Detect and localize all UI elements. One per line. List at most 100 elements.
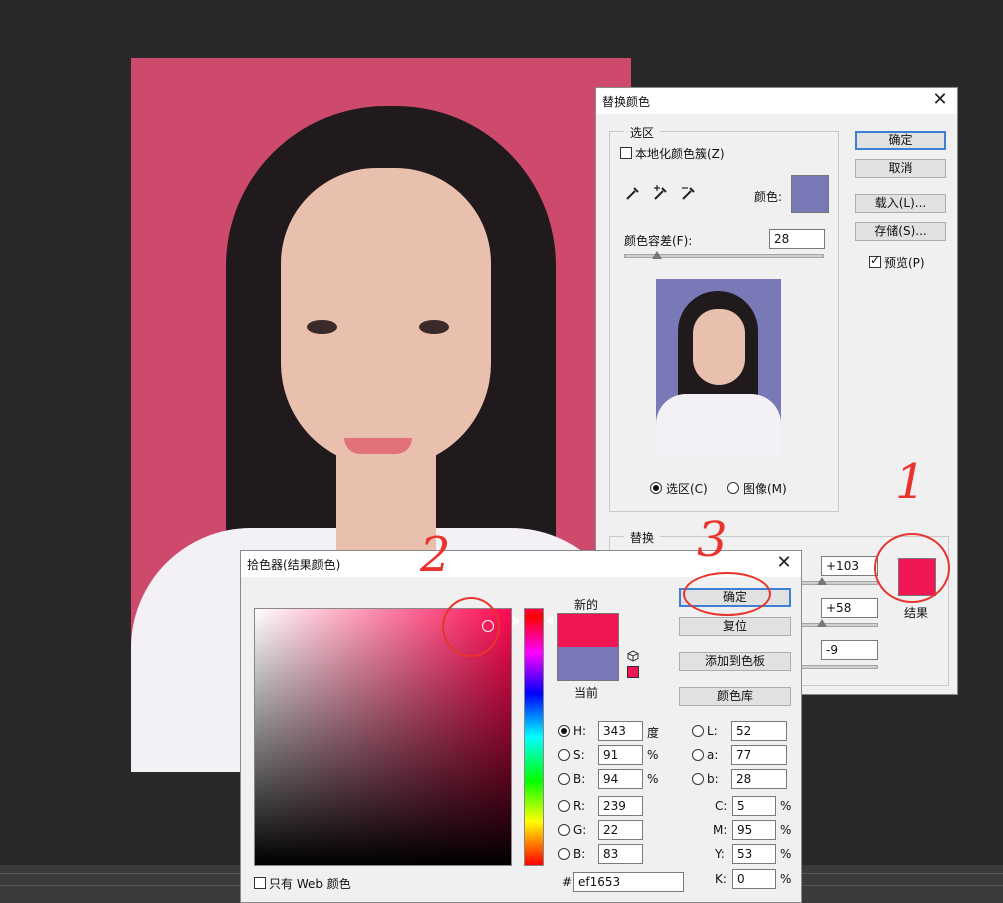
y-input[interactable]: 53 bbox=[732, 844, 776, 864]
m-label: M: bbox=[713, 823, 728, 837]
selection-preview-image bbox=[656, 279, 781, 456]
saturation-slider-track[interactable] bbox=[796, 623, 878, 627]
b-brightness-input[interactable]: 94 bbox=[598, 769, 643, 789]
annotation-number-1: 1 bbox=[895, 454, 926, 510]
eyedropper-plus-icon[interactable] bbox=[652, 184, 670, 202]
radio-h[interactable] bbox=[558, 725, 570, 737]
reset-button[interactable]: 复位 bbox=[679, 617, 791, 636]
hex-label: # bbox=[562, 875, 573, 889]
radio-r[interactable] bbox=[558, 800, 570, 812]
annotation-circle-picker bbox=[442, 597, 500, 657]
k-input[interactable]: 0 bbox=[732, 869, 776, 889]
radio-image[interactable] bbox=[727, 482, 739, 494]
result-label: 结果 bbox=[904, 606, 929, 620]
radio-selection[interactable] bbox=[650, 482, 662, 494]
mouth bbox=[344, 438, 412, 454]
eyedropper-icon[interactable] bbox=[624, 184, 642, 202]
annotation-number-2: 2 bbox=[420, 527, 451, 583]
hue-pointer-left[interactable] bbox=[513, 616, 520, 626]
close-icon[interactable]: ✕ bbox=[773, 552, 795, 574]
new-current-swatch bbox=[557, 613, 619, 681]
radio-a[interactable] bbox=[692, 749, 704, 761]
gamut-cube-icon[interactable] bbox=[627, 650, 639, 662]
selection-group: 选区 本地化颜色簇(Z) 颜色: 颜色容差(F): 28 选区(C) 图像(M) bbox=[609, 124, 839, 512]
lab-b-input[interactable]: 28 bbox=[731, 769, 787, 789]
face bbox=[281, 168, 491, 468]
k-label: K: bbox=[715, 872, 727, 886]
radio-lab-b[interactable] bbox=[692, 773, 704, 785]
s-unit: % bbox=[647, 748, 659, 762]
fuzziness-input[interactable]: 28 bbox=[769, 229, 825, 249]
y-unit: % bbox=[780, 847, 792, 861]
saturation-slider-thumb[interactable] bbox=[817, 619, 827, 627]
selection-color-swatch[interactable] bbox=[791, 175, 829, 213]
hue-slider-thumb[interactable] bbox=[817, 577, 827, 585]
load-button[interactable]: 载入(L)... bbox=[855, 194, 946, 213]
m-input[interactable]: 95 bbox=[732, 820, 776, 840]
current-color-swatch[interactable] bbox=[558, 647, 618, 680]
save-button[interactable]: 存储(S)... bbox=[855, 222, 946, 241]
hue-slider[interactable] bbox=[524, 608, 544, 866]
fuzziness-slider-thumb[interactable] bbox=[652, 251, 662, 259]
preview-face bbox=[693, 309, 745, 385]
h-unit: 度 bbox=[647, 726, 660, 740]
hue-input[interactable]: +103 bbox=[821, 556, 878, 576]
m-unit: % bbox=[780, 823, 792, 837]
saturation-input[interactable]: +58 bbox=[821, 598, 878, 618]
g-label: G: bbox=[573, 823, 587, 837]
replace-cancel-button[interactable]: 取消 bbox=[855, 159, 946, 178]
right-eye bbox=[419, 320, 449, 334]
annotation-circle-result bbox=[874, 533, 950, 603]
l-label: L: bbox=[707, 724, 718, 738]
hex-input[interactable]: ef1653 bbox=[573, 872, 684, 892]
s-label: S: bbox=[573, 748, 585, 762]
lightness-slider-track[interactable] bbox=[796, 665, 878, 669]
replace-ok-button[interactable]: 确定 bbox=[855, 131, 946, 150]
color-picker-title: 拾色器(结果颜色) bbox=[247, 558, 341, 572]
g-input[interactable]: 22 bbox=[598, 820, 643, 840]
h-input[interactable]: 343 bbox=[598, 721, 643, 741]
radio-b-blue[interactable] bbox=[558, 848, 570, 860]
lab-b-label: b: bbox=[707, 772, 719, 786]
eyedropper-minus-icon[interactable] bbox=[680, 184, 698, 202]
left-eye bbox=[307, 320, 337, 334]
localized-clusters-checkbox[interactable] bbox=[620, 147, 632, 159]
current-label: 当前 bbox=[574, 686, 599, 700]
s-input[interactable]: 91 bbox=[598, 745, 643, 765]
c-unit: % bbox=[780, 799, 792, 813]
lightness-input[interactable]: -9 bbox=[821, 640, 878, 660]
close-icon[interactable]: ✕ bbox=[929, 89, 951, 111]
color-label: 颜色: bbox=[754, 190, 783, 204]
localized-clusters-label: 本地化颜色簇(Z) bbox=[635, 147, 725, 161]
replace-color-title: 替换颜色 bbox=[602, 95, 651, 109]
radio-selection-label: 选区(C) bbox=[666, 482, 708, 496]
add-to-swatches-button[interactable]: 添加到色板 bbox=[679, 652, 791, 671]
selection-group-title: 选区 bbox=[624, 124, 661, 141]
gamut-swatch[interactable] bbox=[627, 666, 639, 678]
a-label: a: bbox=[707, 748, 719, 762]
l-input[interactable]: 52 bbox=[731, 721, 787, 741]
a-input[interactable]: 77 bbox=[731, 745, 787, 765]
replacement-group-title: 替换 bbox=[624, 529, 661, 546]
check-icon: ✓ bbox=[870, 253, 881, 267]
new-label: 新的 bbox=[574, 598, 599, 612]
replace-color-titlebar: 替换颜色 ✕ bbox=[596, 88, 957, 114]
radio-g[interactable] bbox=[558, 824, 570, 836]
hue-slider-track[interactable] bbox=[796, 581, 878, 585]
radio-s[interactable] bbox=[558, 749, 570, 761]
color-libraries-button[interactable]: 颜色库 bbox=[679, 687, 791, 706]
radio-l[interactable] bbox=[692, 725, 704, 737]
web-only-checkbox[interactable] bbox=[254, 877, 266, 889]
c-label: C: bbox=[715, 799, 728, 813]
hue-pointer-right[interactable] bbox=[546, 616, 553, 626]
b-blue-label: B: bbox=[573, 847, 586, 861]
annotation-circle-ok bbox=[683, 572, 771, 616]
h-label: H: bbox=[573, 724, 587, 738]
r-input[interactable]: 239 bbox=[598, 796, 643, 816]
radio-image-label: 图像(M) bbox=[743, 482, 787, 496]
c-input[interactable]: 5 bbox=[732, 796, 776, 816]
y-label: Y: bbox=[715, 847, 725, 861]
b-brightness-label: B: bbox=[573, 772, 586, 786]
radio-b-brightness[interactable] bbox=[558, 773, 570, 785]
b-blue-input[interactable]: 83 bbox=[598, 844, 643, 864]
